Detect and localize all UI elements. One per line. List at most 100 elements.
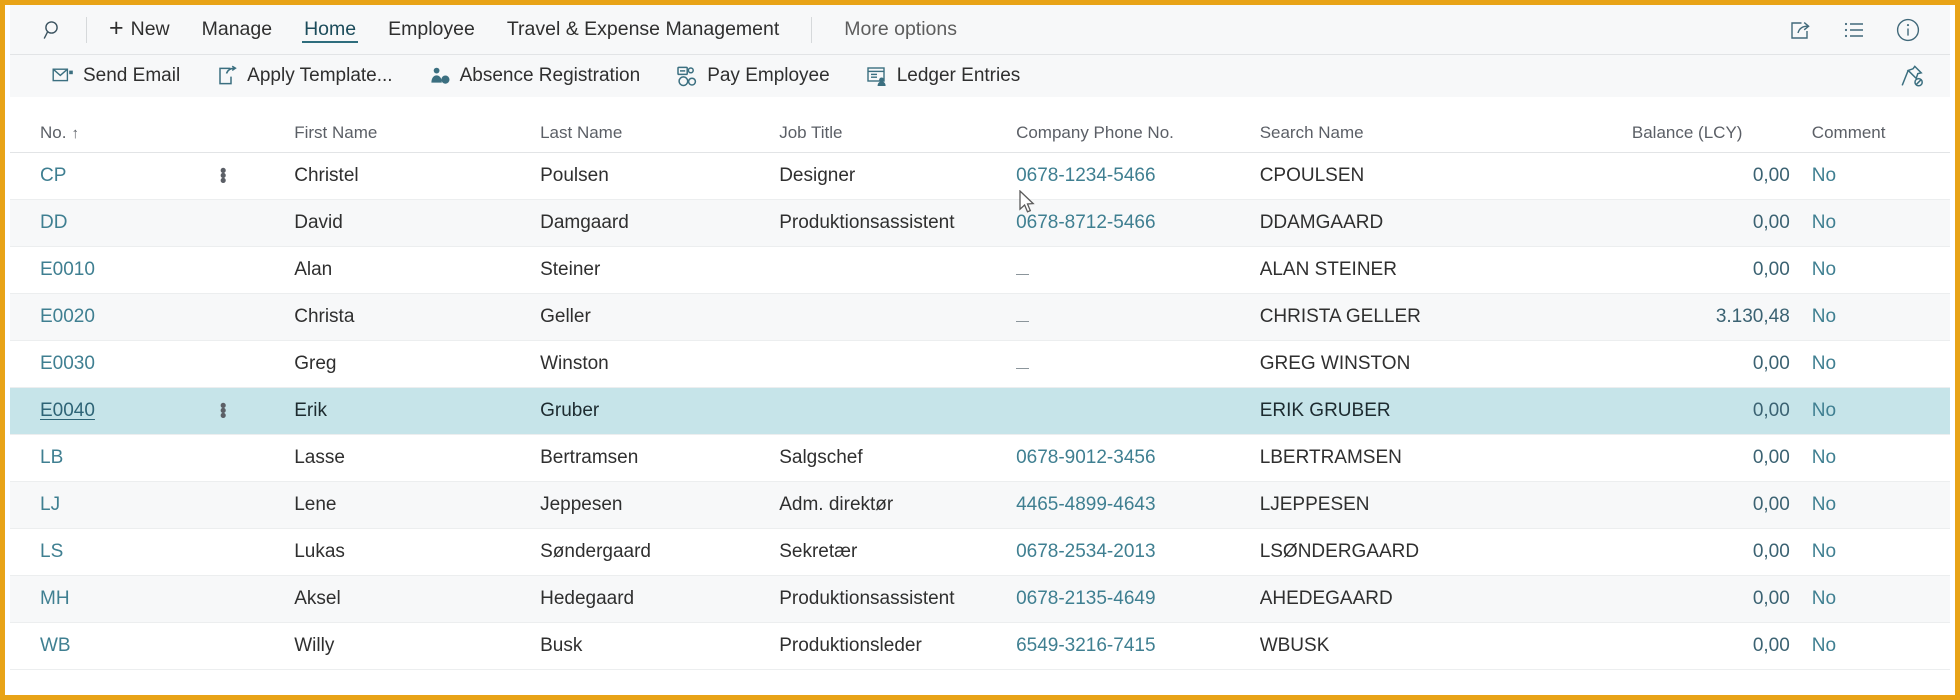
cell-no[interactable]: DD — [10, 200, 152, 247]
cell-company-phone[interactable]: 4465-4899-4643 — [1016, 482, 1260, 529]
cell-no[interactable]: E0020 — [10, 294, 152, 341]
company-phone-link[interactable]: 4465-4899-4643 — [1016, 494, 1155, 515]
cell-no[interactable]: E0010 — [10, 247, 152, 294]
cell-last-name[interactable]: Steiner — [540, 247, 779, 294]
cell-search-name[interactable]: CPOULSEN — [1260, 153, 1632, 200]
cell-search-name[interactable]: ERIK GRUBER — [1260, 388, 1632, 435]
row-menu-icon[interactable]: • • • — [152, 162, 294, 191]
cell-job-title[interactable]: Produktionsassistent — [779, 200, 1016, 247]
cell-balance-lcy[interactable]: 3.130,48 — [1632, 294, 1790, 341]
column-header-job-title[interactable]: Job Title — [779, 97, 1017, 153]
cell-row-menu[interactable] — [152, 623, 294, 670]
cell-no[interactable]: WB — [10, 623, 152, 670]
employee-no-link[interactable]: E0030 — [40, 353, 95, 374]
cell-last-name[interactable]: Gruber — [540, 388, 779, 435]
cell-last-name[interactable]: Hedegaard — [540, 576, 779, 623]
unpin-icon[interactable] — [1898, 62, 1926, 90]
cell-row-menu[interactable] — [152, 576, 294, 623]
cell-company-phone[interactable]: 0678-8712-5466 — [1016, 200, 1260, 247]
cell-balance-lcy[interactable]: 0,00 — [1632, 623, 1790, 670]
cell-row-menu[interactable] — [152, 294, 294, 341]
cell-row-menu[interactable] — [152, 435, 294, 482]
column-header-comment[interactable]: Comment — [1789, 97, 1950, 153]
search-icon[interactable] — [36, 13, 70, 47]
cell-company-phone[interactable] — [1016, 341, 1260, 388]
cell-job-title[interactable] — [779, 341, 1016, 388]
send-email-button[interactable]: Send Email — [52, 65, 180, 87]
cell-balance-lcy[interactable]: 0,00 — [1632, 200, 1790, 247]
cell-company-phone[interactable]: 0678-2135-4649 — [1016, 576, 1260, 623]
table-row[interactable]: LB Lasse Bertramsen Salgschef 0678-9012-3456… — [10, 435, 1950, 482]
cell-row-menu[interactable]: • • • — [152, 388, 294, 435]
cell-search-name[interactable]: ALAN STEINER — [1260, 247, 1632, 294]
cell-last-name[interactable]: Bertramsen — [540, 435, 779, 482]
cell-comment[interactable]: No — [1790, 435, 1950, 482]
cell-row-menu[interactable]: • • • — [152, 153, 294, 200]
cell-no[interactable]: E0030 — [10, 341, 152, 388]
company-phone-link[interactable]: 0678-8712-5466 — [1016, 212, 1155, 233]
column-header-first-name[interactable]: First Name — [294, 97, 541, 153]
cell-first-name[interactable]: Christa — [294, 294, 540, 341]
cell-no[interactable]: E0040 — [10, 388, 152, 435]
more-options-button[interactable]: More options — [842, 5, 959, 54]
column-header-last-name[interactable]: Last Name — [540, 97, 780, 153]
cell-job-title[interactable]: Produktionsleder — [779, 623, 1016, 670]
cell-balance-lcy[interactable]: 0,00 — [1632, 247, 1790, 294]
cell-comment[interactable]: No — [1790, 623, 1950, 670]
company-phone-link[interactable]: 0678-1234-5466 — [1016, 165, 1155, 186]
cell-comment[interactable]: No — [1790, 388, 1950, 435]
cell-company-phone[interactable]: 0678-2534-2013 — [1016, 529, 1260, 576]
cell-first-name[interactable]: Erik — [294, 388, 540, 435]
share-icon[interactable] — [1786, 16, 1814, 44]
row-menu-icon[interactable]: • • • — [152, 397, 294, 426]
cell-company-phone[interactable]: 0678-1234-5466 — [1016, 153, 1260, 200]
table-row[interactable]: DD David Damgaard Produktionsassistent 0678-… — [10, 199, 1950, 247]
table-row[interactable]: WB Willy Busk Produktionsleder 6549-3216-741… — [10, 623, 1950, 670]
table-row[interactable]: LJ Lene Jeppesen Adm. direktør 4465-4899-464… — [10, 481, 1950, 529]
cell-comment[interactable]: No — [1790, 153, 1950, 200]
cell-row-menu[interactable] — [152, 529, 294, 576]
cell-first-name[interactable]: Christel — [294, 153, 540, 200]
cell-no[interactable]: MH — [10, 576, 152, 623]
company-phone-link[interactable]: 0678-9012-3456 — [1016, 447, 1155, 468]
cell-row-menu[interactable] — [152, 341, 294, 388]
cell-comment[interactable]: No — [1790, 294, 1950, 341]
cell-balance-lcy[interactable]: 0,00 — [1632, 388, 1790, 435]
cell-search-name[interactable]: DDAMGAARD — [1260, 200, 1632, 247]
cell-balance-lcy[interactable]: 0,00 — [1632, 529, 1790, 576]
cell-last-name[interactable]: Poulsen — [540, 153, 779, 200]
cell-job-title[interactable] — [779, 247, 1016, 294]
employee-no-link[interactable]: LB — [40, 447, 63, 468]
ledger-entries-button[interactable]: Ledger Entries — [866, 65, 1020, 87]
cell-balance-lcy[interactable]: 0,00 — [1632, 482, 1790, 529]
cell-company-phone[interactable]: 6549-3216-7415 — [1016, 623, 1260, 670]
column-header-search-name[interactable]: Search Name — [1259, 97, 1632, 153]
cell-last-name[interactable]: Søndergaard — [540, 529, 779, 576]
cell-balance-lcy[interactable]: 0,00 — [1632, 153, 1790, 200]
employee-no-link[interactable]: LJ — [40, 494, 60, 515]
employee-no-link[interactable]: DD — [40, 212, 67, 233]
cell-search-name[interactable]: LBERTRAMSEN — [1260, 435, 1632, 482]
table-row[interactable]: E0010 Alan Steiner ALAN STEINER 0,00 No — [10, 247, 1950, 294]
cell-row-menu[interactable] — [152, 482, 294, 529]
table-row[interactable]: MH Aksel Hedegaard Produktionsassistent 0678… — [10, 575, 1950, 623]
company-phone-link[interactable]: 0678-2534-2013 — [1016, 541, 1155, 562]
cell-comment[interactable]: No — [1790, 576, 1950, 623]
nav-tab-manage[interactable]: Manage — [200, 5, 274, 54]
cell-no[interactable]: LS — [10, 529, 152, 576]
cell-company-phone[interactable]: 0678-9012-3456 — [1016, 435, 1260, 482]
cell-balance-lcy[interactable]: 0,00 — [1632, 435, 1790, 482]
cell-comment[interactable]: No — [1790, 247, 1950, 294]
column-header-company-phone[interactable]: Company Phone No. — [1016, 97, 1260, 153]
info-icon[interactable] — [1894, 16, 1922, 44]
nav-tab-employee[interactable]: Employee — [386, 5, 477, 54]
nav-tab-travel-expense-management[interactable]: Travel & Expense Management — [505, 5, 781, 54]
company-phone-link[interactable]: 0678-2135-4649 — [1016, 588, 1155, 609]
cell-job-title[interactable]: Salgschef — [779, 435, 1016, 482]
cell-job-title[interactable]: Produktionsassistent — [779, 576, 1016, 623]
employee-no-link[interactable]: LS — [40, 541, 63, 562]
table-row[interactable]: E0040 • • • Erik Gruber ERIK GRUBER 0,00 No — [10, 387, 1950, 435]
cell-last-name[interactable]: Jeppesen — [540, 482, 779, 529]
cell-first-name[interactable]: Lukas — [294, 529, 540, 576]
cell-no[interactable]: CP — [10, 153, 152, 200]
